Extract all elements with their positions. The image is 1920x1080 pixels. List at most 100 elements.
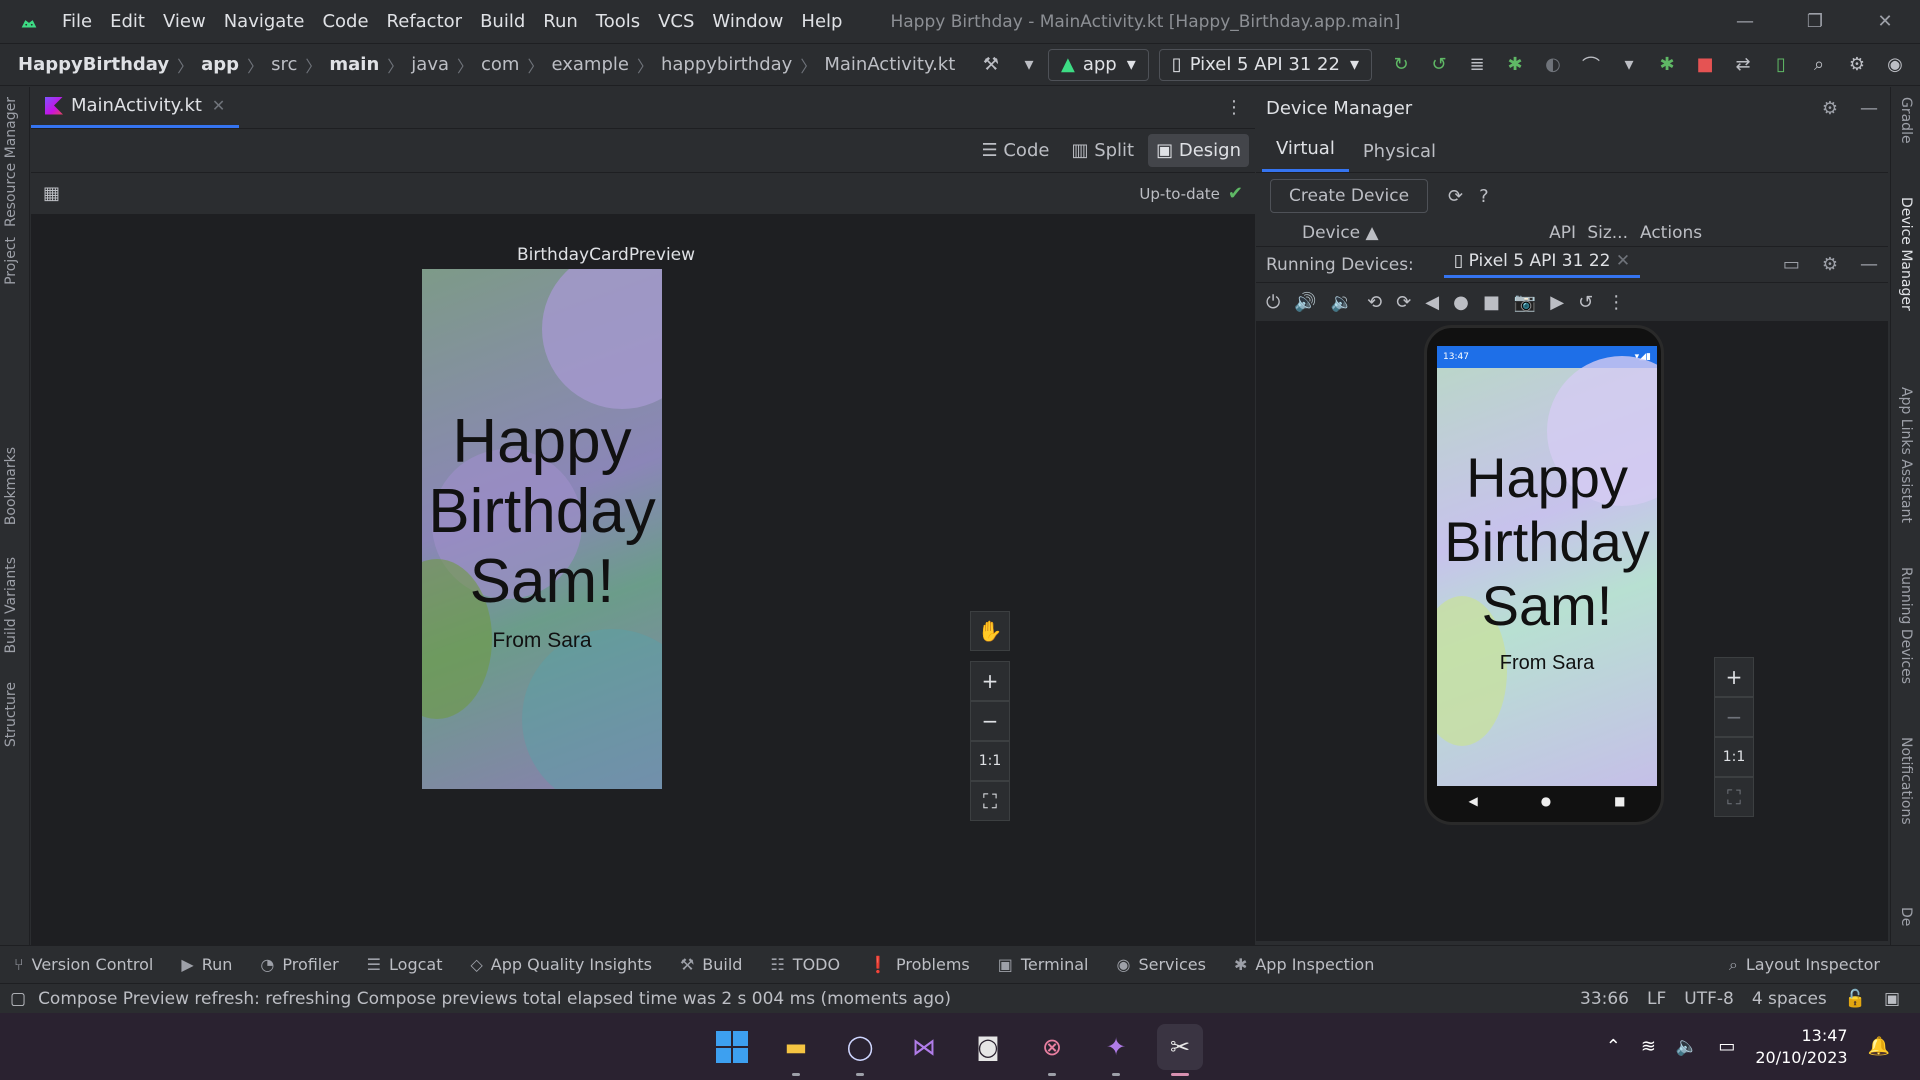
breadcrumb-src[interactable]: src [271, 54, 297, 75]
breadcrumb-example[interactable]: example [551, 54, 628, 75]
android-studio-icon[interactable]: ⊗ [1029, 1024, 1075, 1076]
back-icon[interactable]: ◀ [1425, 292, 1439, 313]
device-dropdown[interactable]: ▯ Pixel 5 API 31 22 ▾ [1158, 48, 1372, 81]
home-icon[interactable]: ● [1453, 292, 1469, 313]
menu-help[interactable]: Help [801, 11, 842, 32]
account-icon[interactable]: ◉ [1879, 49, 1911, 81]
power-icon[interactable]: ⏻ [1266, 292, 1280, 313]
snapshot-icon[interactable]: ↺ [1578, 292, 1593, 313]
zoom-actual-button[interactable]: 1:1 [1714, 737, 1754, 777]
restore-icon[interactable]: ❐ [1780, 11, 1850, 32]
tool-run[interactable]: ▶ Run [181, 955, 232, 974]
tool-todo[interactable]: ☷ TODO [770, 955, 840, 974]
file-explorer-icon[interactable]: ▬ [773, 1024, 819, 1076]
breadcrumb-java[interactable]: java [411, 54, 449, 75]
tool-device-manager[interactable]: Device Manager [1898, 197, 1914, 311]
attach-debugger-icon[interactable]: ✱ [1651, 49, 1683, 81]
rotate-left-icon[interactable]: ⟲ [1367, 292, 1382, 313]
apply-code-changes-icon[interactable]: ≣ [1461, 49, 1493, 81]
breadcrumb-file[interactable]: MainActivity.kt [824, 54, 955, 75]
mode-code-button[interactable]: ☰ Code [974, 134, 1058, 167]
column-size[interactable]: Siz... [1576, 223, 1628, 243]
menu-run[interactable]: Run [543, 11, 578, 32]
zoom-fit-icon[interactable]: ⛶ [970, 781, 1010, 821]
gear-icon[interactable]: ⚙ [1841, 49, 1873, 81]
snipping-tool-icon[interactable]: ✂ [1157, 1023, 1203, 1076]
tool-app-quality-insights[interactable]: ◇ App Quality Insights [470, 955, 651, 974]
device-manager-icon[interactable]: ▯ [1765, 49, 1797, 81]
close-icon[interactable]: ✕ [1850, 11, 1920, 32]
rotate-right-icon[interactable]: ⟳ [1396, 292, 1411, 313]
close-tab-icon[interactable]: ✕ [1616, 251, 1630, 271]
menu-window[interactable]: Window [712, 11, 783, 32]
profile-icon[interactable]: ⌒ [1575, 49, 1607, 81]
zoom-in-icon[interactable]: + [1714, 657, 1754, 697]
tool-app-links-assistant[interactable]: App Links Assistant [1898, 387, 1914, 523]
phone-screen[interactable]: 13:47 ▾◢▮ Happy Birthday Sam! From Sara [1437, 346, 1657, 786]
gear-icon[interactable]: ⚙ [1822, 98, 1838, 119]
tool-de[interactable]: De [1898, 907, 1914, 926]
hammer-icon[interactable]: ⚒ [975, 49, 1007, 81]
tool-build-variants[interactable]: Build Variants [3, 557, 19, 654]
wifi-icon[interactable]: ≋ [1641, 1036, 1656, 1057]
tool-bookmarks[interactable]: Bookmarks [3, 447, 19, 525]
breadcrumb-com[interactable]: com [481, 54, 519, 75]
tool-build[interactable]: ⚒ Build [680, 955, 743, 974]
chevron-down-icon[interactable]: ▾ [1613, 49, 1645, 81]
file-tab[interactable]: MainActivity.kt ✕ [31, 86, 240, 128]
breadcrumb-package[interactable]: happybirthday [661, 54, 792, 75]
zoom-out-icon[interactable]: − [970, 701, 1010, 741]
gear-icon[interactable]: ⚙ [1822, 254, 1838, 275]
running-device-tab[interactable]: ▯ Pixel 5 API 31 22 ✕ [1443, 251, 1641, 278]
debug-icon[interactable]: ✱ [1499, 49, 1531, 81]
visual-studio-icon[interactable]: ⋈ [901, 1024, 947, 1070]
menu-navigate[interactable]: Navigate [224, 11, 305, 32]
tool-logcat[interactable]: ☰ Logcat [367, 955, 443, 974]
create-device-button[interactable]: Create Device [1270, 179, 1429, 213]
volume-up-icon[interactable]: 🔊 [1294, 292, 1316, 313]
tool-gradle[interactable]: Gradle [1898, 97, 1914, 144]
tool-app-inspection[interactable]: ✱ App Inspection [1234, 955, 1374, 974]
run-config-dropdown[interactable]: ▲ app ▾ [1048, 48, 1149, 81]
menu-edit[interactable]: Edit [110, 11, 145, 32]
zoom-fit-icon[interactable]: ⛶ [1714, 777, 1754, 817]
close-tab-icon[interactable]: ✕ [212, 96, 225, 115]
battery-icon[interactable]: ▭ [1718, 1036, 1735, 1057]
menu-refactor[interactable]: Refactor [387, 11, 463, 32]
record-icon[interactable]: ▶ [1550, 292, 1564, 313]
search-icon[interactable]: ⌕ [1803, 49, 1835, 81]
more-options-icon[interactable]: ⋮ [1607, 292, 1625, 313]
tool-services[interactable]: ◉ Services [1117, 955, 1206, 974]
breadcrumb-main[interactable]: main [329, 54, 379, 75]
discord-icon[interactable]: ◙ [965, 1024, 1011, 1070]
menu-file[interactable]: File [62, 11, 92, 32]
menu-tools[interactable]: Tools [596, 11, 640, 32]
maximize-icon[interactable]: ▭ [1783, 254, 1800, 275]
sync-gradle-icon[interactable]: ⇄ [1727, 49, 1759, 81]
lock-icon[interactable]: 🔓 [1845, 989, 1866, 1009]
breadcrumb-module[interactable]: app [201, 54, 239, 75]
start-button[interactable] [709, 1024, 755, 1070]
memory-icon[interactable]: ▣ [1884, 989, 1900, 1009]
tab-physical[interactable]: Physical [1349, 141, 1450, 172]
mode-design-button[interactable]: ▣ Design [1148, 134, 1249, 167]
line-separator[interactable]: LF [1647, 989, 1666, 1009]
phone-home-icon[interactable]: ● [1541, 794, 1551, 808]
file-encoding[interactable]: UTF-8 [1684, 989, 1734, 1009]
layout-icon[interactable]: ▦ [43, 183, 60, 204]
column-device[interactable]: Device ▲ [1302, 223, 1538, 243]
column-api[interactable]: API [1538, 223, 1576, 243]
indent-setting[interactable]: 4 spaces [1752, 989, 1827, 1009]
volume-icon[interactable]: 🔈 [1676, 1036, 1698, 1057]
tool-version-control[interactable]: ⑂ Version Control [14, 955, 153, 974]
screenshot-icon[interactable]: 📷 [1514, 292, 1536, 313]
refresh-icon[interactable]: ⟳ [1448, 186, 1463, 207]
zoom-in-icon[interactable]: + [970, 661, 1010, 701]
hide-panel-icon[interactable]: — [1860, 254, 1878, 275]
chevron-down-icon[interactable]: ▾ [1013, 49, 1045, 81]
menu-build[interactable]: Build [480, 11, 525, 32]
teams-icon[interactable]: ✦ [1093, 1024, 1139, 1076]
tool-layout-inspector[interactable]: ⌕ Layout Inspector [1729, 955, 1880, 975]
tool-profiler[interactable]: ◔ Profiler [260, 955, 338, 974]
zoom-actual-button[interactable]: 1:1 [970, 741, 1010, 781]
